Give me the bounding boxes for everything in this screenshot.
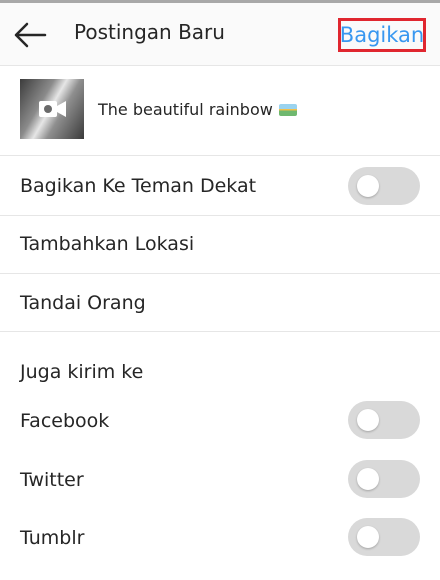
toggle-knob [357,175,379,197]
facebook-toggle[interactable] [348,401,420,439]
tumblr-toggle[interactable] [348,518,420,556]
rainbow-emoji-icon [278,104,297,116]
add-location-item[interactable]: Tambahkan Lokasi [20,233,194,255]
also-send-heading: Juga kirim ke [20,361,144,383]
page-title: Postingan Baru [74,20,225,44]
post-thumbnail[interactable] [20,79,84,139]
twitter-toggle[interactable] [348,460,420,498]
share-button[interactable]: Bagikan [338,18,426,52]
facebook-label: Facebook [20,410,110,432]
back-arrow-icon[interactable] [12,21,48,49]
divider [0,65,440,66]
twitter-label: Twitter [20,469,84,491]
post-caption[interactable]: The beautiful rainbow [98,100,297,119]
toggle-knob [357,468,379,490]
divider [0,273,440,274]
close-friends-label: Bagikan Ke Teman Dekat [20,175,257,197]
top-bar: Postingan Baru Bagikan [0,3,440,65]
video-camera-icon [39,101,66,117]
tumblr-label: Tumblr [20,527,85,549]
divider [0,155,440,156]
toggle-knob [357,409,379,431]
close-friends-toggle[interactable] [348,167,420,205]
divider [0,331,440,332]
divider [0,215,440,216]
caption-text: The beautiful rainbow [98,100,273,119]
tag-people-item[interactable]: Tandai Orang [20,292,146,314]
toggle-knob [357,526,379,548]
